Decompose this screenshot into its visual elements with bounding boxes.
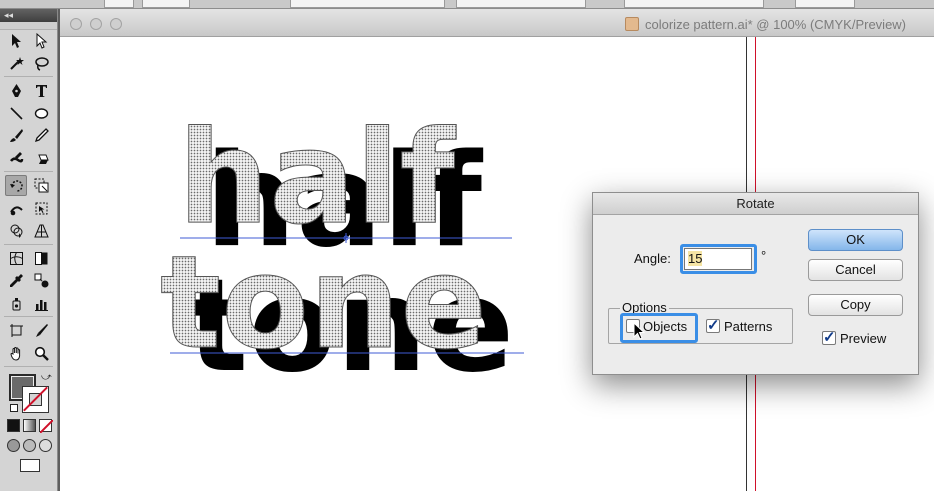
tool-row <box>0 270 57 293</box>
color-icon[interactable] <box>7 419 20 432</box>
line-tool-icon[interactable] <box>5 103 27 124</box>
blend-tool-icon[interactable] <box>30 270 52 291</box>
stroke-control[interactable] <box>142 0 190 8</box>
draw-mode-row <box>0 436 57 456</box>
slice-tool-icon[interactable] <box>30 320 52 341</box>
color-mode-row <box>0 416 57 436</box>
selection-tool-icon[interactable] <box>5 30 27 51</box>
swap-fill-stroke-icon[interactable]: ⤻ <box>41 372 52 383</box>
draw-normal-icon[interactable] <box>7 439 20 452</box>
scale-tool-icon[interactable] <box>30 175 52 196</box>
ellipse-tool-icon[interactable] <box>30 103 52 124</box>
none-icon[interactable] <box>39 419 54 434</box>
copy-button[interactable]: Copy <box>808 294 903 316</box>
align-control[interactable] <box>795 0 855 8</box>
angle-label: Angle: <box>634 251 671 266</box>
halftone-artwork[interactable]: half tone half tone <box>100 104 570 405</box>
tool-row <box>0 293 57 316</box>
ai-file-icon <box>625 17 639 31</box>
symbol-sprayer-tool-icon[interactable] <box>5 293 27 314</box>
control-bar <box>0 0 934 9</box>
objects-label[interactable]: Objects <box>643 319 687 334</box>
tool-row <box>0 175 57 198</box>
ok-button[interactable]: OK <box>808 229 903 251</box>
document-title: colorize pattern.ai* @ 100% (CMYK/Previe… <box>645 17 907 32</box>
tool-row <box>0 320 57 343</box>
tool-row <box>0 80 57 103</box>
free-transform-tool-icon[interactable] <box>30 198 52 219</box>
tool-row <box>0 148 57 171</box>
eyedropper-tool-icon[interactable] <box>5 270 27 291</box>
angle-input[interactable]: 15 <box>684 248 752 270</box>
direct-selection-tool-icon[interactable] <box>30 30 52 51</box>
preview-label[interactable]: Preview <box>840 331 886 346</box>
paintbrush-tool-icon[interactable] <box>5 125 27 146</box>
tool-row <box>0 30 57 53</box>
style-control[interactable] <box>456 0 586 8</box>
type-tool-icon[interactable] <box>30 80 52 101</box>
tool-row <box>0 125 57 148</box>
mesh-tool-icon[interactable] <box>5 248 27 269</box>
pen-tool-icon[interactable] <box>5 80 27 101</box>
fill-stroke-widget: ⤻ <box>0 370 57 416</box>
fill-control[interactable] <box>104 0 134 8</box>
opacity-control[interactable] <box>624 0 764 8</box>
dialog-title[interactable]: Rotate <box>593 193 918 215</box>
patterns-label[interactable]: Patterns <box>724 319 772 334</box>
shape-builder-tool-icon[interactable] <box>5 220 27 241</box>
tools-panel-header[interactable]: ◂◂ <box>0 9 57 22</box>
default-fill-stroke-icon[interactable] <box>10 404 18 412</box>
cancel-button[interactable]: Cancel <box>808 259 903 281</box>
eraser-tool-icon[interactable] <box>30 148 52 169</box>
screen-mode-row <box>0 456 57 476</box>
stroke-swatch[interactable] <box>22 386 49 413</box>
gradient-tool-icon[interactable] <box>30 248 52 269</box>
gradient-icon[interactable] <box>23 419 36 432</box>
close-window-icon[interactable] <box>70 18 82 30</box>
rotate-dialog: Rotate <box>592 192 919 375</box>
collapse-icon[interactable]: ◂◂ <box>4 10 13 20</box>
hand-tool-icon[interactable] <box>5 343 27 364</box>
tool-grid <box>0 30 57 365</box>
patterns-checkbox[interactable] <box>706 316 720 334</box>
degree-unit: ° <box>761 248 767 263</box>
zoom-window-icon[interactable] <box>110 18 122 30</box>
tool-row <box>0 53 57 76</box>
screen-mode-icon[interactable] <box>20 459 40 472</box>
brush-control[interactable] <box>290 0 445 8</box>
tool-row <box>0 198 57 221</box>
draw-inside-icon[interactable] <box>39 439 52 452</box>
magic-wand-tool-icon[interactable] <box>5 53 27 74</box>
rotate-tool-icon[interactable] <box>5 175 27 196</box>
artboard-tool-icon[interactable] <box>5 320 27 341</box>
tools-panel-grip[interactable] <box>0 22 57 30</box>
tool-row <box>0 343 57 366</box>
warp-tool-icon[interactable] <box>5 198 27 219</box>
minimize-window-icon[interactable] <box>90 18 102 30</box>
illustrator-window: ◂◂ ⤻ colorize pattern.ai* @ 100% (CMYK/P… <box>0 0 934 491</box>
zoom-tool-icon[interactable] <box>30 343 52 364</box>
mouse-cursor-icon <box>633 321 646 345</box>
tool-row <box>0 103 57 126</box>
pencil-tool-icon[interactable] <box>30 125 52 146</box>
draw-behind-icon[interactable] <box>23 439 36 452</box>
artwork-text-line2: tone <box>160 229 487 378</box>
perspective-grid-tool-icon[interactable] <box>30 220 52 241</box>
tool-row <box>0 248 57 271</box>
blob-brush-tool-icon[interactable] <box>5 148 27 169</box>
document-titlebar[interactable]: colorize pattern.ai* @ 100% (CMYK/Previe… <box>60 9 934 37</box>
preview-checkbox[interactable] <box>822 328 836 346</box>
lasso-tool-icon[interactable] <box>30 53 52 74</box>
column-graph-tool-icon[interactable] <box>30 293 52 314</box>
tool-row <box>0 220 57 243</box>
tools-panel: ◂◂ ⤻ <box>0 9 58 491</box>
